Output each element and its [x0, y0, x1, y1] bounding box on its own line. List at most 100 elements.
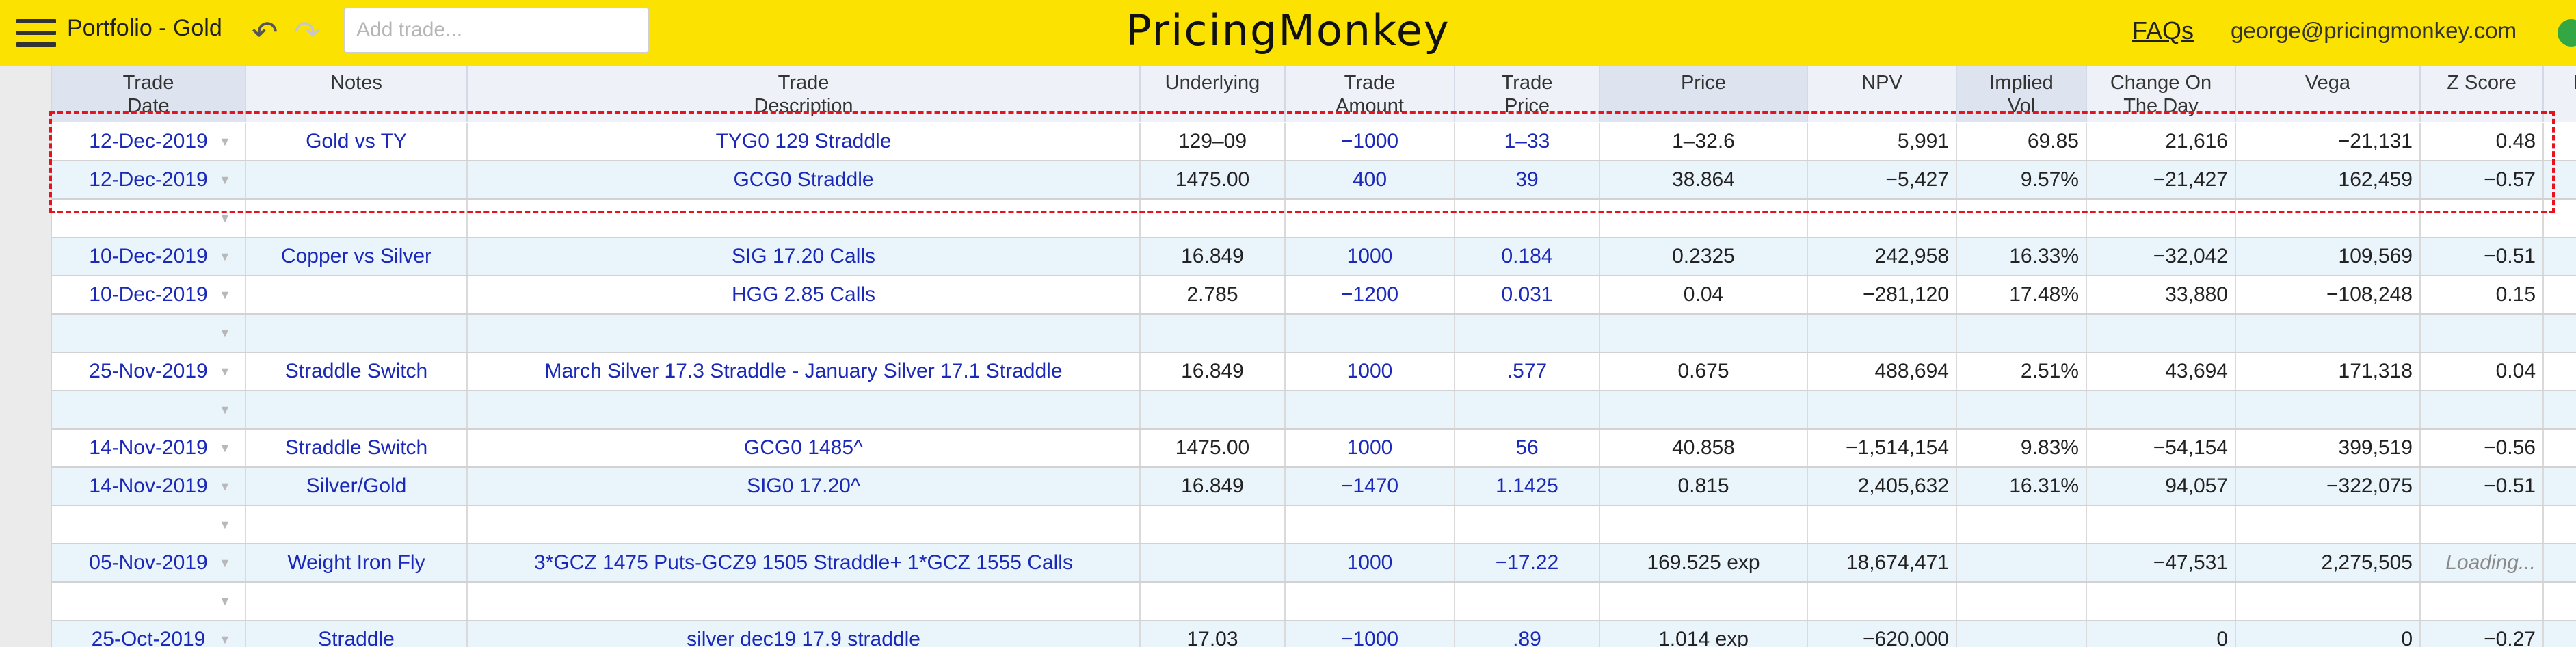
- cell-npv[interactable]: [1808, 315, 1957, 352]
- table-row[interactable]: 25-Nov-2019 ▼ Straddle Switch March Silver …: [52, 353, 2576, 391]
- header-npv[interactable]: NPV: [1808, 66, 1957, 122]
- cell-price[interactable]: 1–32.6: [1600, 123, 1808, 160]
- cell-amount[interactable]: −1000: [1286, 123, 1455, 160]
- table-row[interactable]: 14-Nov-2019 ▼ Straddle Switch GCG0 1485^ 147…: [52, 430, 2576, 468]
- cell-change-on-day[interactable]: 0: [2087, 621, 2236, 647]
- cell-npv[interactable]: [1808, 391, 1957, 428]
- cell-delta[interactable]: 0: [2544, 621, 2576, 647]
- cell-notes[interactable]: [246, 391, 468, 428]
- menu-icon[interactable]: [16, 19, 56, 47]
- cell-description[interactable]: [468, 506, 1141, 543]
- cell-change-on-day[interactable]: −21,427: [2087, 161, 2236, 198]
- cell-implied-vol[interactable]: [1957, 391, 2087, 428]
- cell-vega[interactable]: [2236, 506, 2421, 543]
- cell-trade-date[interactable]: [52, 391, 246, 428]
- cell-implied-vol[interactable]: [1957, 621, 2087, 647]
- cell-amount[interactable]: [1286, 315, 1455, 352]
- cell-implied-vol[interactable]: [1957, 506, 2087, 543]
- cell-amount[interactable]: −1200: [1286, 276, 1455, 313]
- cell-price[interactable]: [1600, 391, 1808, 428]
- cell-npv[interactable]: 242,958: [1808, 238, 1957, 275]
- cell-trade-price[interactable]: −17.22: [1455, 544, 1600, 581]
- cell-implied-vol[interactable]: 16.31%: [1957, 468, 2087, 505]
- cell-trade-price[interactable]: 0.031: [1455, 276, 1600, 313]
- cell-trade-price[interactable]: [1455, 391, 1600, 428]
- cell-change-on-day[interactable]: [2087, 391, 2236, 428]
- table-row[interactable]: ▼: [52, 391, 2576, 430]
- cell-amount[interactable]: 1000: [1286, 238, 1455, 275]
- cell-description[interactable]: [468, 391, 1141, 428]
- cell-trade-date[interactable]: 10-Dec-2019: [52, 276, 246, 313]
- cell-npv[interactable]: 488,694: [1808, 353, 1957, 390]
- cell-notes[interactable]: [246, 200, 468, 237]
- dropdown-arrow-icon[interactable]: ▼: [219, 161, 231, 198]
- cell-price[interactable]: 38.864: [1600, 161, 1808, 198]
- header-z-score[interactable]: Z Score: [2421, 66, 2544, 122]
- cell-notes[interactable]: Straddle: [246, 621, 468, 647]
- cell-change-on-day[interactable]: −54,154: [2087, 430, 2236, 466]
- table-row[interactable]: ▼: [52, 506, 2576, 544]
- cell-implied-vol[interactable]: [1957, 544, 2087, 581]
- cell-trade-date[interactable]: 10-Dec-2019: [52, 238, 246, 275]
- cell-description[interactable]: SIG0 17.20^: [468, 468, 1141, 505]
- header-implied-vol[interactable]: Implied Vol: [1957, 66, 2087, 122]
- cell-underlying[interactable]: 16.849: [1141, 353, 1286, 390]
- cell-underlying[interactable]: 129–09: [1141, 123, 1286, 160]
- cell-price[interactable]: [1600, 315, 1808, 352]
- cell-trade-date[interactable]: 12-Dec-2019: [52, 161, 246, 198]
- cell-vega[interactable]: [2236, 315, 2421, 352]
- cell-vega[interactable]: 0: [2236, 621, 2421, 647]
- cell-trade-date[interactable]: 25-Oct-2019: [52, 621, 246, 647]
- cell-z-score[interactable]: −0.27: [2421, 621, 2544, 647]
- cell-implied-vol[interactable]: [1957, 315, 2087, 352]
- cell-amount[interactable]: [1286, 583, 1455, 620]
- cell-change-on-day[interactable]: [2087, 315, 2236, 352]
- cell-trade-price[interactable]: 1.1425: [1455, 468, 1600, 505]
- cell-implied-vol[interactable]: 9.57%: [1957, 161, 2087, 198]
- cell-implied-vol[interactable]: [1957, 200, 2087, 237]
- cell-change-on-day[interactable]: 21,616: [2087, 123, 2236, 160]
- cell-price[interactable]: 1.014 exp: [1600, 621, 1808, 647]
- cell-trade-price[interactable]: 0.184: [1455, 238, 1600, 275]
- dropdown-arrow-icon[interactable]: ▼: [219, 621, 231, 647]
- cell-notes[interactable]: Copper vs Silver: [246, 238, 468, 275]
- cell-delta[interactable]: −436: [2544, 276, 2576, 313]
- cell-change-on-day[interactable]: 43,694: [2087, 353, 2236, 390]
- cell-delta[interactable]: 150: [2544, 353, 2576, 390]
- cell-amount[interactable]: [1286, 200, 1455, 237]
- cell-trade-date[interactable]: 25-Nov-2019: [52, 353, 246, 390]
- cell-price[interactable]: [1600, 200, 1808, 237]
- cell-notes[interactable]: [246, 276, 468, 313]
- cell-z-score[interactable]: 0.04: [2421, 353, 2544, 390]
- cell-npv[interactable]: −5,427: [1808, 161, 1957, 198]
- cell-delta[interactable]: −145: [2544, 430, 2576, 466]
- redo-icon[interactable]: ↷: [294, 16, 321, 48]
- cell-change-on-day[interactable]: −32,042: [2087, 238, 2236, 275]
- cell-delta[interactable]: [2544, 506, 2576, 543]
- cell-amount[interactable]: 1000: [1286, 353, 1455, 390]
- cell-vega[interactable]: 2,275,505: [2236, 544, 2421, 581]
- cell-trade-price[interactable]: [1455, 506, 1600, 543]
- header-change-on-day[interactable]: Change On The Day: [2087, 66, 2236, 122]
- cell-description[interactable]: [468, 200, 1141, 237]
- cell-underlying[interactable]: [1141, 315, 1286, 352]
- cell-trade-date[interactable]: 05-Nov-2019: [52, 544, 246, 581]
- cell-npv[interactable]: [1808, 200, 1957, 237]
- cell-amount[interactable]: [1286, 506, 1455, 543]
- cell-notes[interactable]: Straddle Switch: [246, 430, 468, 466]
- cell-underlying[interactable]: 16.849: [1141, 468, 1286, 505]
- cell-implied-vol[interactable]: 17.48%: [1957, 276, 2087, 313]
- cell-underlying[interactable]: [1141, 200, 1286, 237]
- dropdown-arrow-icon[interactable]: ▼: [219, 506, 231, 543]
- cell-notes[interactable]: Weight Iron Fly: [246, 544, 468, 581]
- add-trade-input[interactable]: [344, 7, 649, 53]
- cell-vega[interactable]: −21,131: [2236, 123, 2421, 160]
- cell-amount[interactable]: −1470: [1286, 468, 1455, 505]
- cell-vega[interactable]: [2236, 583, 2421, 620]
- cell-underlying[interactable]: [1141, 391, 1286, 428]
- cell-change-on-day[interactable]: [2087, 506, 2236, 543]
- user-email[interactable]: george@pricingmonkey.com: [2231, 18, 2517, 44]
- table-row[interactable]: ▼: [52, 315, 2576, 353]
- table-row[interactable]: 12-Dec-2019 ▼ GCG0 Straddle 1475.00 400 39 38.…: [52, 161, 2576, 200]
- cell-underlying[interactable]: [1141, 506, 1286, 543]
